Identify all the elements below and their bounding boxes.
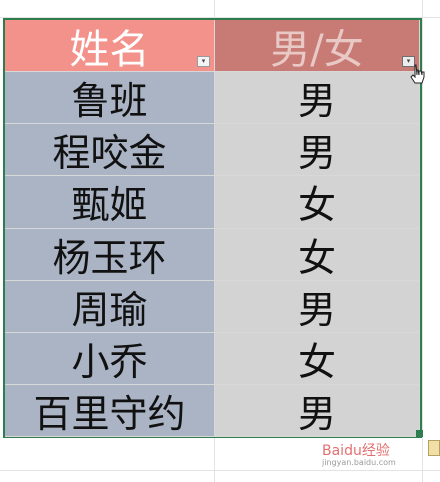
paste-options-icon[interactable] [428,440,440,456]
table-row: 小乔女 [5,333,420,386]
header-row: 姓名 ▾ 男/女 ▾ [5,20,420,73]
cell-gender[interactable]: 女 [215,333,420,386]
gridline [0,470,440,471]
cell-name[interactable]: 杨玉环 [5,228,215,281]
cell-name[interactable]: 小乔 [5,333,215,386]
cell-name[interactable]: 程咬金 [5,124,215,177]
table-row: 百里守约男 [5,385,420,438]
cell-gender[interactable]: 男 [215,385,420,438]
watermark-url: jingyan.baidu.com [322,458,396,467]
cell-gender[interactable]: 男 [215,124,420,177]
cell-name[interactable]: 百里守约 [5,385,215,438]
watermark-logo: Baidu经验 [322,443,390,459]
cell-gender[interactable]: 男 [215,72,420,125]
table-row: 程咬金男 [5,124,420,177]
table-row: 甄姬女 [5,176,420,229]
header-cell-name[interactable]: 姓名 ▾ [5,20,215,73]
data-table: 姓名 ▾ 男/女 ▾ 鲁班男程咬金男甄姬女杨玉环女周瑜男小乔女百里守约男 [3,18,422,438]
header-gender-label: 男/女 [270,26,364,73]
cell-gender[interactable]: 女 [215,228,420,281]
cell-name[interactable]: 甄姬 [5,176,215,229]
cell-gender[interactable]: 男 [215,280,420,333]
cell-name[interactable]: 鲁班 [5,72,215,125]
table-row: 杨玉环女 [5,228,420,281]
header-cell-gender[interactable]: 男/女 ▾ [215,20,420,73]
mouse-pointer-icon [410,64,425,84]
cell-gender[interactable]: 女 [215,176,420,229]
table-row: 周瑜男 [5,280,420,333]
header-name-label: 姓名 [69,26,150,73]
table-row: 鲁班男 [5,72,420,125]
cell-name[interactable]: 周瑜 [5,280,215,333]
resize-handle-icon[interactable] [416,430,423,437]
filter-dropdown-icon[interactable]: ▾ [197,56,210,67]
